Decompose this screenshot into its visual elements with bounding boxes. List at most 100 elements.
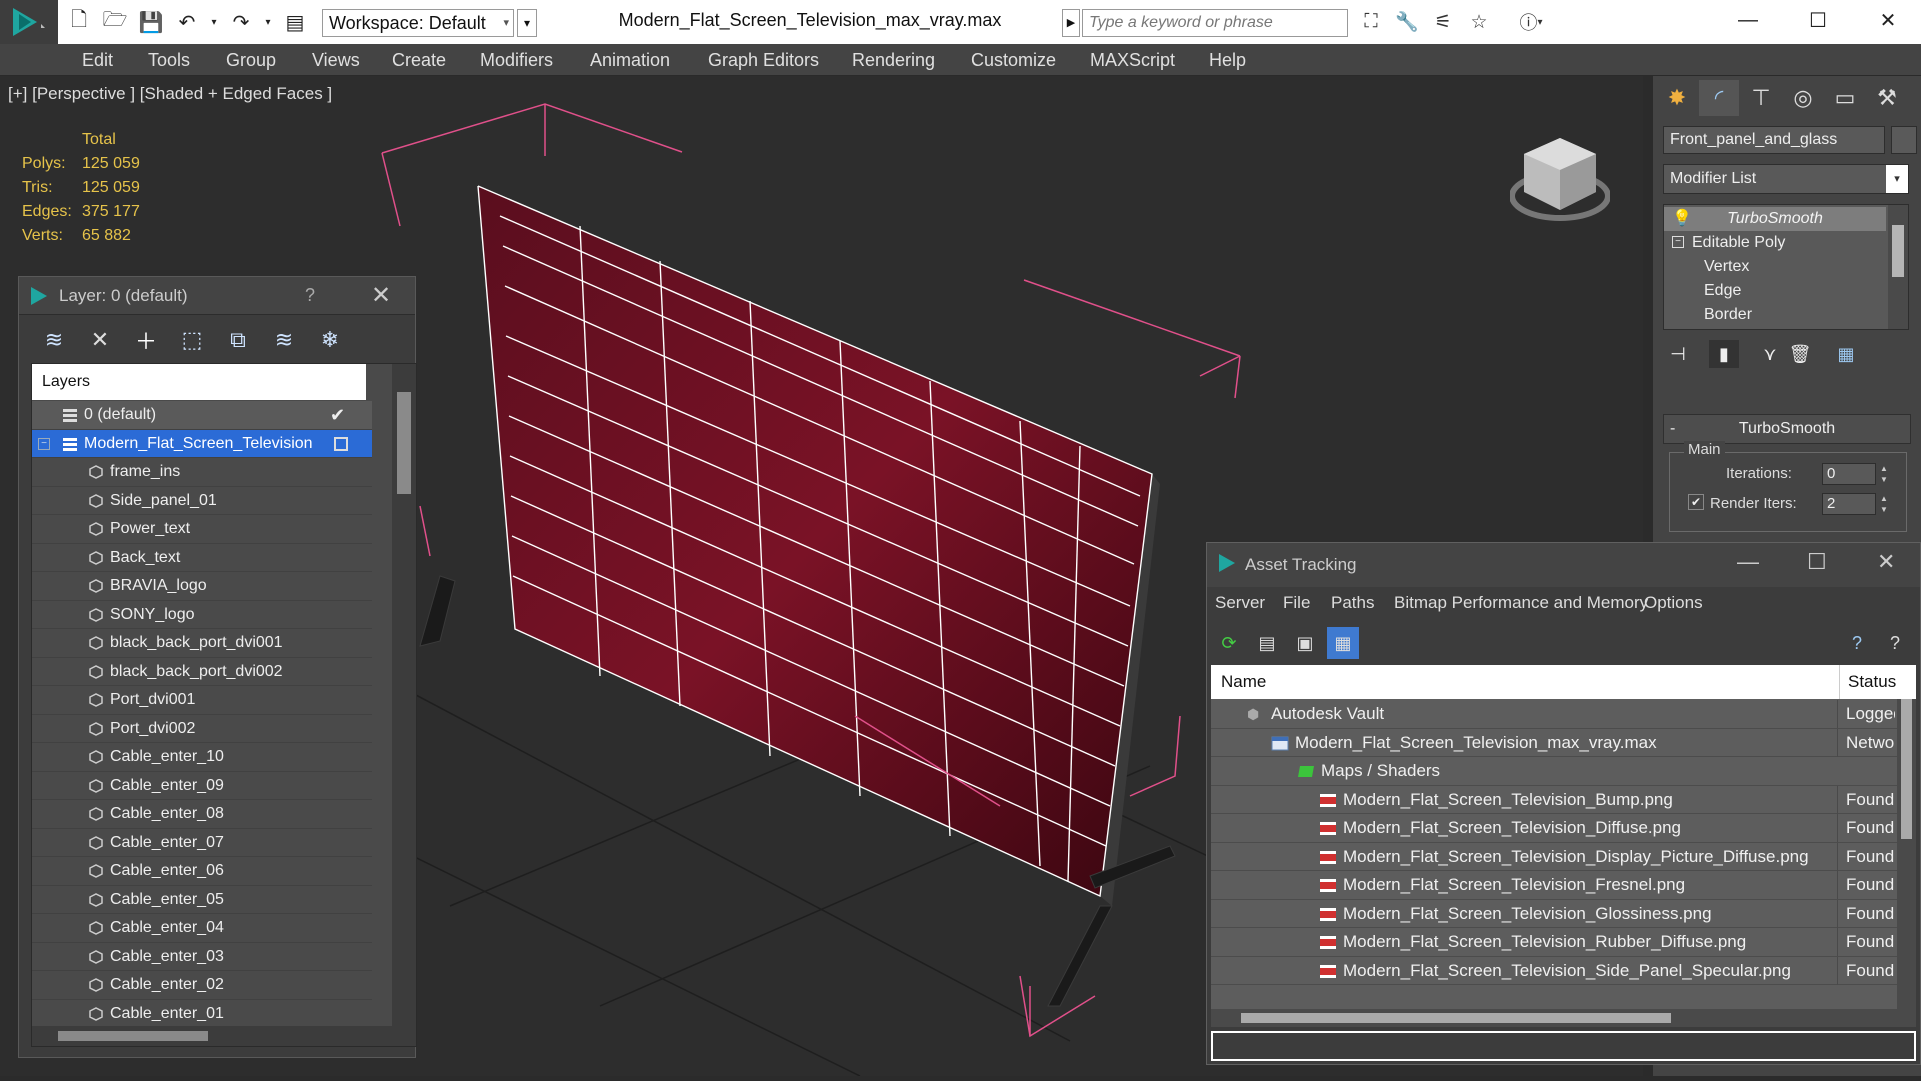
create-layer-icon[interactable]: ≋ bbox=[35, 323, 73, 357]
favorites-star-icon[interactable]: ☆ bbox=[1464, 7, 1494, 37]
spinner-arrows-icon[interactable]: ▲ ▼ bbox=[1878, 493, 1890, 515]
active-layer-check-icon[interactable]: ✔ bbox=[330, 401, 345, 429]
menu-graph-editors[interactable]: Graph Editors bbox=[708, 50, 819, 71]
scrollbar-thumb[interactable] bbox=[58, 1031, 208, 1041]
layer-horizontal-scrollbar[interactable] bbox=[32, 1026, 392, 1046]
remove-modifier-icon[interactable]: 🗑 bbox=[1785, 340, 1815, 368]
object-row[interactable]: Cable_enter_01 bbox=[32, 1000, 372, 1028]
turbosmooth-rollout-header[interactable]: - TurboSmooth bbox=[1663, 414, 1911, 444]
search-input[interactable]: Type a keyword or phrase bbox=[1082, 9, 1348, 37]
asset-row[interactable]: Modern_Flat_Screen_Television_Bump.png F… bbox=[1211, 785, 1897, 814]
settings-help-icon[interactable]: ? bbox=[1879, 627, 1911, 659]
object-row[interactable]: black_back_port_dvi001 bbox=[32, 629, 372, 658]
asset-row[interactable]: Modern_Flat_Screen_Television_Fresnel.pn… bbox=[1211, 871, 1897, 900]
help-question-button[interactable]: ? bbox=[305, 285, 315, 306]
menu-edit[interactable]: Edit bbox=[82, 50, 113, 71]
minimize-button[interactable]: — bbox=[1737, 549, 1759, 575]
stack-scrollbar[interactable] bbox=[1888, 205, 1908, 329]
make-unique-icon[interactable]: ⋎ bbox=[1755, 340, 1785, 368]
asset-vertical-scrollbar[interactable] bbox=[1897, 699, 1916, 1009]
app-logo-icon[interactable] bbox=[0, 0, 58, 44]
menu-maxscript[interactable]: MAXScript bbox=[1090, 50, 1175, 71]
menu-help[interactable]: Help bbox=[1209, 50, 1246, 71]
asset-row[interactable]: Maps / Shaders bbox=[1211, 757, 1897, 786]
help-icon[interactable]: ⓘ ▾ bbox=[1510, 7, 1552, 37]
binoculars-icon[interactable]: ⛶ bbox=[1356, 7, 1386, 37]
object-row[interactable]: black_back_port_dvi002 bbox=[32, 658, 372, 686]
object-row[interactable]: Cable_enter_09 bbox=[32, 772, 372, 800]
menu-animation[interactable]: Animation bbox=[590, 50, 670, 71]
asset-menu-options[interactable]: Options bbox=[1644, 593, 1703, 613]
undo-dropdown-icon[interactable]: ▾ bbox=[208, 7, 220, 37]
undo-icon[interactable]: ↶ bbox=[172, 7, 202, 37]
asset-row[interactable]: Modern_Flat_Screen_Television_Diffuse.pn… bbox=[1211, 814, 1897, 843]
modifier-list-dropdown[interactable]: Modifier List ▾ bbox=[1663, 164, 1909, 194]
name-column-header[interactable]: Name bbox=[1221, 665, 1266, 699]
stack-subitem-vertex[interactable]: Vertex bbox=[1664, 255, 1886, 279]
create-tab-icon[interactable]: ✸ bbox=[1657, 80, 1697, 116]
add-to-layer-icon[interactable]: ＋ bbox=[127, 323, 165, 357]
scrollbar-thumb[interactable] bbox=[1892, 225, 1904, 277]
minimize-button[interactable]: — bbox=[1716, 0, 1780, 40]
save-icon[interactable]: 💾 bbox=[136, 7, 166, 37]
object-row[interactable]: Power_text bbox=[32, 515, 372, 544]
display-tab-icon[interactable]: ▭ bbox=[1825, 80, 1865, 116]
layer-row-selected[interactable]: − Modern_Flat_Screen_Television bbox=[32, 429, 372, 458]
close-icon[interactable]: ✕ bbox=[1877, 549, 1895, 575]
wrench-icon[interactable]: 🔧 bbox=[1392, 7, 1422, 37]
stack-item-turbosmooth[interactable]: 💡 TurboSmooth bbox=[1664, 207, 1886, 231]
scrollbar-thumb[interactable] bbox=[1241, 1013, 1671, 1023]
pin-stack-icon[interactable]: ⊣ bbox=[1663, 340, 1693, 368]
object-row[interactable]: Cable_enter_02 bbox=[32, 971, 372, 1000]
layer-dialog-titlebar[interactable]: Layer: 0 (default) ? ✕ bbox=[19, 277, 415, 315]
asset-row[interactable]: ⬢ Autodesk Vault Logged bbox=[1211, 700, 1897, 729]
workspace-select[interactable]: Workspace: Default ▾ bbox=[322, 9, 514, 37]
redo-dropdown-icon[interactable]: ▾ bbox=[262, 7, 274, 37]
asset-row[interactable]: Modern_Flat_Screen_Television_Side_Panel… bbox=[1211, 956, 1897, 985]
configure-modifier-sets-icon[interactable]: ▦ bbox=[1831, 340, 1861, 368]
menu-rendering[interactable]: Rendering bbox=[852, 50, 935, 71]
object-row[interactable]: SONY_logo bbox=[32, 601, 372, 629]
tv-screen[interactable] bbox=[478, 186, 1152, 896]
layer-vertical-scrollbar[interactable] bbox=[392, 364, 416, 1046]
scrollbar-thumb[interactable] bbox=[1901, 699, 1912, 839]
stack-subitem-border[interactable]: Border bbox=[1664, 303, 1886, 327]
render-iters-checkbox[interactable]: ✔ bbox=[1688, 494, 1704, 510]
stack-subitem-edge[interactable]: Edge bbox=[1664, 279, 1886, 303]
object-row[interactable]: Cable_enter_03 bbox=[32, 943, 372, 971]
layers-column-header[interactable]: Layers bbox=[32, 364, 366, 400]
menu-create[interactable]: Create bbox=[392, 50, 446, 71]
lightbulb-icon[interactable]: 💡 bbox=[1672, 207, 1692, 231]
object-row[interactable]: Side_panel_01 bbox=[32, 487, 372, 515]
select-layer-objects-icon[interactable]: ⬚ bbox=[173, 323, 211, 357]
search-expand-button[interactable]: ▶ bbox=[1062, 9, 1080, 37]
asset-row[interactable]: Modern_Flat_Screen_Television_max_vray.m… bbox=[1211, 728, 1897, 757]
asset-horizontal-scrollbar[interactable] bbox=[1211, 1009, 1916, 1027]
thumbnail-view-icon[interactable]: ▣ bbox=[1289, 627, 1321, 659]
layer-row-default[interactable]: 0 (default) ✔ bbox=[32, 401, 372, 430]
object-row[interactable]: BRAVIA_logo bbox=[32, 572, 372, 601]
spinner-arrows-icon[interactable]: ▲ ▼ bbox=[1878, 463, 1890, 485]
redo-icon[interactable]: ↷ bbox=[226, 7, 256, 37]
table-view-icon[interactable]: ▦ bbox=[1327, 627, 1359, 659]
new-file-icon[interactable]: 🗋 bbox=[64, 7, 94, 37]
close-button[interactable]: ✕ bbox=[1856, 0, 1920, 40]
maximize-button[interactable]: ☐ bbox=[1786, 0, 1850, 40]
object-row[interactable]: Cable_enter_04 bbox=[32, 914, 372, 943]
asset-row[interactable]: Modern_Flat_Screen_Television_Rubber_Dif… bbox=[1211, 928, 1897, 957]
close-icon[interactable]: ✕ bbox=[371, 281, 391, 310]
help-icon[interactable]: ? bbox=[1841, 627, 1873, 659]
object-row[interactable]: Port_dvi002 bbox=[32, 715, 372, 743]
asset-menu-file[interactable]: File bbox=[1283, 593, 1310, 613]
menu-tools[interactable]: Tools bbox=[148, 50, 190, 71]
render-iters-spinner[interactable]: 2 bbox=[1822, 493, 1876, 515]
menu-modifiers[interactable]: Modifiers bbox=[480, 50, 553, 71]
object-row[interactable]: Cable_enter_06 bbox=[32, 857, 372, 886]
object-row[interactable]: frame_ins bbox=[32, 458, 372, 487]
hierarchy-tab-icon[interactable]: ⊤ bbox=[1741, 80, 1781, 116]
object-row[interactable]: Cable_enter_08 bbox=[32, 800, 372, 829]
menu-views[interactable]: Views bbox=[312, 50, 360, 71]
hide-all-layers-icon[interactable]: ≋ bbox=[265, 323, 303, 357]
menu-customize[interactable]: Customize bbox=[971, 50, 1056, 71]
refresh-icon[interactable]: ⟳ bbox=[1213, 627, 1245, 659]
